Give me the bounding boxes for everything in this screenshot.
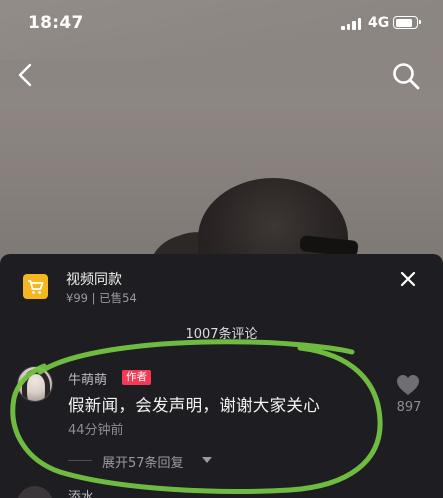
like-count: 897 — [396, 400, 422, 415]
close-button[interactable] — [396, 267, 420, 291]
status-bar: 18:47 4G — [0, 0, 443, 46]
divider — [68, 460, 92, 461]
product-title: 视频同款 — [66, 272, 122, 288]
back-icon — [18, 63, 32, 87]
comment-count-header: 1007条评论 — [185, 327, 258, 342]
network-type: 4G — [368, 15, 390, 31]
cart-icon — [23, 274, 48, 299]
search-button[interactable] — [390, 60, 422, 92]
signal-icon — [341, 18, 363, 30]
heart-icon[interactable] — [396, 374, 420, 396]
comment-author[interactable]: 添水 — [68, 486, 94, 498]
caret-down-icon — [202, 457, 212, 463]
comment-text: 假新闻，会发声明，谢谢大家关心 — [68, 396, 320, 415]
back-button[interactable] — [12, 60, 42, 90]
avatar[interactable] — [17, 486, 53, 498]
battery-level — [395, 18, 412, 27]
status-time: 18:47 — [28, 13, 84, 33]
comment-item[interactable]: 添水 — [0, 482, 443, 498]
comment-sheet: 视频同款 ¥99 | 已售54 1007条评论 牛萌萌 作者 假新闻，会发声明，… — [0, 254, 443, 498]
close-icon — [400, 271, 416, 287]
expand-replies-label: 展开57条回复 — [102, 456, 184, 471]
comment-item[interactable]: 牛萌萌 作者 假新闻，会发声明，谢谢大家关心 44分钟前 897 展开57条回复 — [0, 366, 443, 471]
search-icon — [393, 63, 420, 90]
product-price-sales: ¥99 | 已售54 — [66, 291, 137, 305]
comment-author[interactable]: 牛萌萌 — [68, 369, 107, 388]
battery-icon — [393, 16, 421, 29]
product-card[interactable]: 视频同款 ¥99 | 已售54 — [0, 254, 443, 314]
avatar[interactable] — [17, 366, 53, 402]
author-badge: 作者 — [122, 370, 151, 385]
comment-time: 44分钟前 — [68, 423, 124, 438]
